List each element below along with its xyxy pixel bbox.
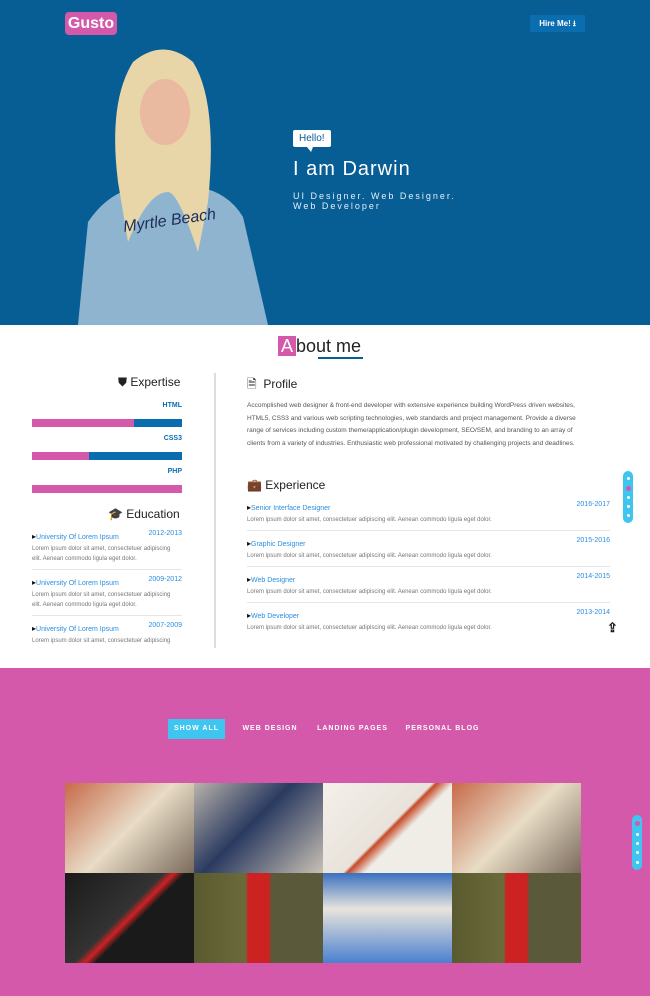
filter-personal-blog[interactable]: PERSONAL BLOG — [405, 719, 480, 739]
graduation-cap-icon: 🎓 — [108, 507, 123, 521]
experience-item-title[interactable]: Web Developer — [247, 611, 299, 620]
education-item-date: 2007-2009 — [148, 622, 182, 629]
education-heading: 🎓 Education — [108, 507, 180, 521]
hire-me-label: Hire Me! — [539, 19, 571, 28]
download-icon: ⭳ — [572, 19, 576, 28]
filter-show-all[interactable]: SHOW ALL — [168, 719, 225, 739]
scroll-top-icon[interactable]: ⇪ — [607, 620, 618, 636]
education-item-date: 2009-2012 — [148, 576, 182, 583]
item-separator — [247, 566, 610, 567]
experience-item-desc: Lorem ipsum dolor sit amet, consectetuer… — [247, 553, 492, 559]
skill-label: PHP — [167, 468, 182, 475]
skill-label: HTML — [162, 402, 182, 409]
skill-label: CSS3 — [163, 435, 182, 442]
experience-item-date: 2013-2014 — [576, 609, 610, 616]
education-title: Education — [126, 507, 180, 521]
experience-item-desc: Lorem ipsum dolor sit amet, consectetuer… — [247, 589, 492, 595]
portfolio-tile-red-pencils[interactable] — [65, 873, 194, 963]
portfolio-tile-phone-booth[interactable] — [452, 873, 581, 963]
about-title: About me — [278, 336, 363, 359]
experience-item-date: 2015-2016 — [576, 537, 610, 544]
item-separator — [247, 602, 610, 603]
experience-item-desc: Lorem ipsum dolor sit amet, consectetuer… — [247, 517, 492, 523]
education-item-desc: Lorem ipsum dolor sit amet, consectetuer… — [32, 546, 171, 562]
filter-landing-pages[interactable]: LANDING PAGES — [315, 719, 390, 739]
education-item-title[interactable]: University Of Lorem Ipsum — [32, 578, 119, 587]
education-item-title[interactable]: University Of Lorem Ipsum — [32, 624, 119, 633]
profile-text: Accomplished web designer & front-end de… — [247, 402, 576, 447]
hello-bubble: Hello! — [293, 130, 331, 152]
column-divider — [214, 373, 216, 648]
expertise-title: Expertise — [130, 375, 181, 389]
item-separator — [247, 530, 610, 531]
experience-item-title[interactable]: Graphic Designer — [247, 539, 305, 548]
skill-bar-css3 — [32, 452, 182, 460]
hire-me-button[interactable]: Hire Me! ⭳ — [530, 15, 585, 32]
profile-heading: 🗎 Profile — [247, 375, 297, 396]
experience-item-date: 2016-2017 — [576, 501, 610, 508]
hero-role: UI Designer. Web Designer. Web Developer — [293, 191, 456, 211]
education-item-title[interactable]: University Of Lorem Ipsum — [32, 532, 119, 541]
item-separator — [32, 569, 182, 570]
skill-bar-php — [32, 485, 182, 493]
portfolio-tile-calculator[interactable] — [194, 783, 323, 873]
experience-item-date: 2014-2015 — [576, 573, 610, 580]
education-item-date: 2012-2013 — [148, 530, 182, 537]
section-nav-dots[interactable] — [632, 815, 642, 870]
portfolio-tile-backpack[interactable] — [65, 783, 194, 873]
portfolio-section: SHOW ALL WEB DESIGN LANDING PAGES PERSON… — [0, 668, 650, 996]
expertise-heading: ⛊ Expertise — [118, 375, 180, 390]
item-separator — [32, 615, 182, 616]
education-item-desc: Lorem ipsum dolor sit amet, consectetuer… — [32, 638, 171, 644]
experience-item-title[interactable]: Web Designer — [247, 575, 295, 584]
portrait-photo: Myrtle Beach — [78, 49, 268, 325]
briefcase-icon: 💼 — [247, 478, 262, 492]
profile-title: Profile — [263, 377, 298, 391]
experience-title: Experience — [265, 478, 326, 492]
portfolio-tile-phone-booth[interactable] — [194, 873, 323, 963]
document-icon: 🗎 — [247, 377, 257, 391]
portfolio-tile-maple-leaf-notebook[interactable] — [323, 783, 452, 873]
section-nav-dots[interactable] — [623, 471, 633, 523]
education-item-desc: Lorem ipsum dolor sit amet, consectetuer… — [32, 592, 171, 608]
hero-section: Gusto Hire Me! ⭳ Myrtle Beach Hello! I a… — [0, 0, 650, 325]
hero-name: I am Darwin — [293, 158, 411, 180]
experience-heading: 💼 Experience — [247, 478, 325, 492]
experience-item-title[interactable]: Senior Interface Designer — [247, 503, 330, 512]
about-title-initial: A — [278, 336, 297, 356]
portfolio-tile-teddy-bear[interactable] — [323, 873, 452, 963]
experience-item-desc: Lorem ipsum dolor sit amet, consectetuer… — [247, 625, 492, 631]
portfolio-tile-backpack[interactable] — [452, 783, 581, 873]
about-title-rest: bout me — [296, 336, 362, 356]
logo[interactable]: Gusto — [65, 12, 117, 35]
shield-icon: ⛊ — [118, 375, 128, 389]
skill-bar-html — [32, 419, 182, 427]
filter-web-design[interactable]: WEB DESIGN — [240, 719, 300, 739]
